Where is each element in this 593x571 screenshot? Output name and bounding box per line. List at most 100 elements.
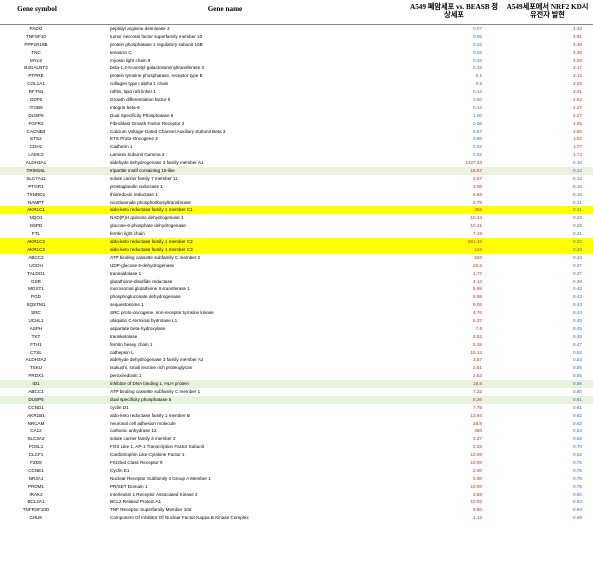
table-row: AKR1B1 aldo-keto reductase family 1 membe…: [0, 412, 593, 420]
gene-symbol-cell: PRDX1: [28, 373, 44, 379]
nrf2-kd-value: 0.16: [573, 183, 582, 189]
header-gene-symbol: Gene symbol: [17, 5, 57, 13]
nrf2-kd-value: 3.01: [573, 89, 582, 95]
table-row: GDF6 Growth differentiation factor 6 0.50 2…: [0, 96, 593, 104]
a549-vs-beasb-value: 143: [474, 246, 482, 252]
nrf2-kd-value: 0.56: [573, 381, 582, 387]
gene-symbol-cell: ALDH3A1: [25, 160, 47, 166]
gene-name-cell: Interleukin 1 Receptor Associated Kinase…: [110, 491, 198, 497]
a549-vs-beasb-value: 1.00: [473, 112, 482, 118]
a549-vs-beasb-value: 5.99: [473, 286, 482, 292]
gene-symbol-cell: TALDO1: [27, 270, 45, 276]
gene-symbol-cell: PTPRE: [28, 73, 44, 79]
nrf2-kd-value: 0.44: [573, 310, 582, 316]
table-row: ALDH3A2 aldehyde dehydrogenase 3 family m…: [0, 356, 593, 364]
table-row: PRDM1 PR/SET Domain 1 10.00 0.75: [0, 483, 593, 491]
gene-name-cell: aldo-keto reductase family 1 member C2: [110, 239, 193, 245]
gene-name-cell: PR/SET Domain 1: [110, 483, 148, 489]
a549-vs-beasb-value: 0.67: [473, 128, 482, 134]
table-row: MYL9 myosin light chain 9 0.34 3.20: [0, 57, 593, 65]
gene-symbol-cell: ID1: [32, 381, 40, 387]
gene-symbol-cell: TXNRD1: [26, 191, 46, 197]
gene-name-cell: SRC proto-oncogene, non-receptor tyrosin…: [110, 310, 214, 316]
gene-symbol-cell: LAMC2: [28, 152, 44, 158]
table-row: AKR1C1 aldo-keto reductase family 1 membe…: [0, 206, 593, 215]
a549-vs-beasb-value: 661.43: [467, 239, 482, 245]
table-row: PGD phosphogluconate dehydrogenase 5.58 0.4…: [0, 293, 593, 301]
gene-name-cell: cathepsin L: [110, 349, 134, 355]
gene-name-cell: sequestosome 1: [110, 302, 144, 308]
gene-symbol-cell: TSKU: [29, 365, 43, 371]
gene-symbol-cell: AKR1C1: [27, 207, 45, 213]
nrf2-kd-value: 1.74: [573, 152, 582, 158]
gene-name-cell: Fibroblast Growth Factor Receptor 2: [110, 120, 185, 126]
table-row: UCHL1 ubiquitin C-terminal hydrolase L1 5.…: [0, 317, 593, 325]
gene-name-cell: transaldolase 1: [110, 270, 142, 276]
gene-symbol-cell: TNFSF10: [26, 33, 46, 39]
gene-name-cell: Growth differentiation factor 6: [110, 97, 171, 103]
table-header: Gene symbol Gene name A549 폐암세포 vs. BEAS…: [0, 0, 593, 25]
a549-vs-beasb-value: 0.1: [475, 73, 482, 79]
a549-vs-beasb-value: 6.06: [473, 302, 482, 308]
nrf2-kd-value: 0.37: [573, 270, 582, 276]
gene-name-cell: Cadherin 1: [110, 144, 133, 150]
gene-symbol-cell: CTSL: [30, 349, 42, 355]
table-row: FTH1 ferritin heavy chain 1 5.35 0.47: [0, 341, 593, 349]
gene-symbol-cell: G6PD: [29, 223, 43, 229]
gene-symbol-cell: TKT: [31, 333, 41, 339]
a549-vs-beasb-value: 18.8: [473, 420, 482, 426]
gene-name-cell: prostaglandin reductase 1: [110, 183, 163, 189]
gene-symbol-cell: NAMPT: [27, 199, 45, 205]
table-row: ITGB6 Integrin beta-6 0.14 2.27: [0, 104, 593, 112]
gene-symbol-cell: AKR1B1: [27, 412, 45, 418]
gene-name-cell: inhibitor of DNA binding 1, HLH protein: [110, 381, 189, 387]
a549-vs-beasb-value: 5.58: [473, 294, 482, 300]
nrf2-kd-value: 0.62: [573, 412, 582, 418]
gene-symbol-cell: CDH1: [29, 144, 43, 150]
table-row: PTPRE protein tyrosine phosphatase, recep…: [0, 72, 593, 80]
gene-symbol-cell: FTH1: [30, 341, 42, 347]
gene-name-cell: Dual Specificity Phosphatase 6: [110, 112, 174, 118]
gene-symbol-cell: SRC: [31, 310, 41, 316]
header-nrf2-kd-expression: A549세포에서 NRF2 KD시 유전자 발현: [506, 3, 589, 19]
table-row: SRC SRC proto-oncogene, non-receptor tyro…: [0, 309, 593, 317]
table-row: NQO1 NAD(P)H quinone dehydrogenase 1 10.44…: [0, 214, 593, 222]
nrf2-kd-value: 0.26: [573, 223, 582, 229]
header-gene-name: Gene name: [207, 5, 243, 13]
gene-name-cell: microsomal glutathione S-transferase 1: [110, 286, 190, 292]
gene-symbol-cell: NR4A1: [28, 475, 44, 481]
gene-symbol-cell: MYL9: [29, 57, 42, 63]
a549-vs-beasb-value: 0.02: [473, 49, 482, 55]
gene-name-cell: tenascin C: [110, 49, 132, 55]
a549-vs-beasb-value: 5.00: [473, 475, 482, 481]
a549-vs-beasb-value: 2.79: [473, 199, 482, 205]
gene-name-cell: protein tyrosine phosphatase, receptor t…: [110, 73, 203, 79]
gene-symbol-cell: FGFR2: [28, 120, 44, 126]
nrf2-kd-value: 0.46: [573, 333, 582, 339]
table-row: DUSP5 dual specificity phosphatase 5 8.26 0…: [0, 395, 593, 404]
table-row: NRCAM neuronal cell adhesion molecule 18.8…: [0, 420, 593, 428]
nrf2-kd-value: 0.55: [573, 373, 582, 379]
gene-symbol-cell: NQO1: [29, 215, 43, 221]
nrf2-kd-value: 0.12: [573, 168, 582, 174]
nrf2-kd-value: 1.95: [573, 120, 582, 126]
gene-name-cell: aldehyde dehydrogenase 3 family member A…: [110, 357, 204, 363]
gene-name-cell: Cyclin E1: [110, 467, 130, 473]
table-row: G6PD glucose-6-phosphate dehydrogenase 10.…: [0, 222, 593, 230]
nrf2-kd-value: 0.45: [573, 317, 582, 323]
a549-vs-beasb-value: 356: [474, 207, 482, 213]
a549-vs-beasb-value: 5.35: [473, 341, 482, 347]
table-row: ALDH3A1 aldehyde dehydrogenase 3 family m…: [0, 159, 593, 167]
table-row: CLCF1 Cardiotrophin Like Cytokine Factor …: [0, 451, 593, 459]
nrf2-kd-value: 0.10: [573, 160, 582, 166]
a549-vs-beasb-value: 4.13: [473, 278, 482, 284]
a549-vs-beasb-value: 0.22: [473, 41, 482, 47]
gene-symbol-cell: FOSL1: [28, 444, 44, 450]
nrf2-kd-value: 3.12: [573, 73, 582, 79]
table-row: ASPH aspartate beta-hydroxylase 7.6 0.45: [0, 325, 593, 333]
gene-name-cell: collagen type I alpha 1 chain: [110, 81, 169, 87]
a549-vs-beasb-value: 12.00: [470, 452, 483, 458]
a549-vs-beasb-value: 10.44: [470, 215, 483, 221]
gene-symbol-cell: DUSP6: [28, 112, 44, 118]
gene-symbol-cell: FZD9: [30, 459, 42, 465]
